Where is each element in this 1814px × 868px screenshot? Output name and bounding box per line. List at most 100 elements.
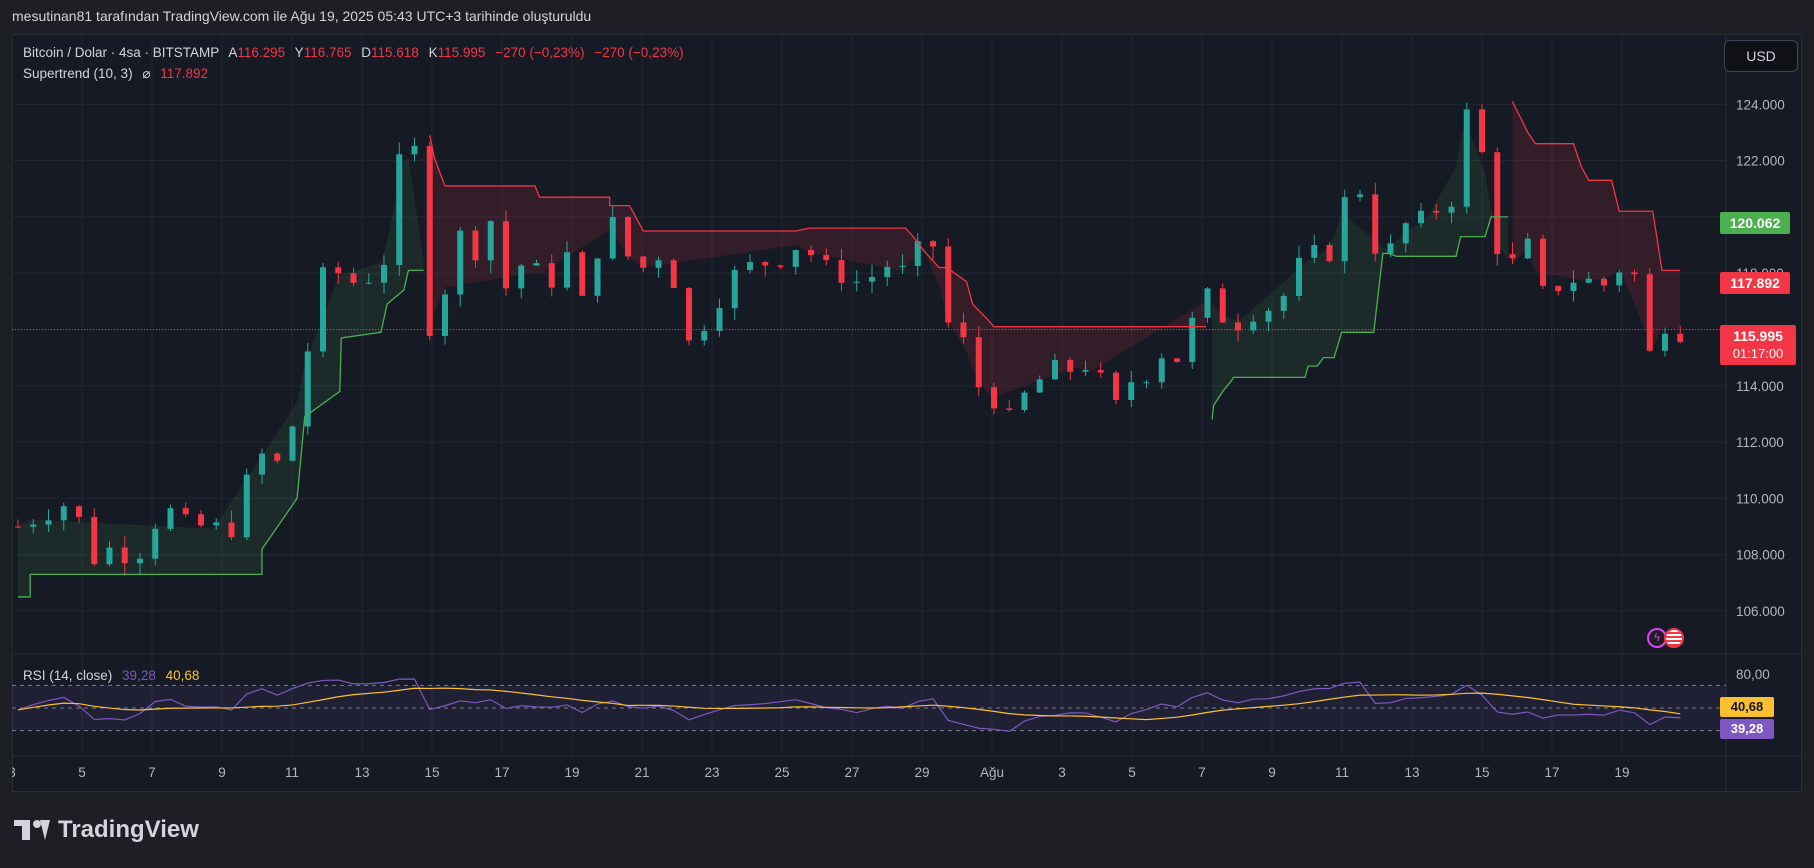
candle-body (106, 547, 113, 565)
time-axis: 3 5 7 9 11 13 15 17 19 21 23 25 27 29 Ağu 3 5 7 9 11 13 15 17 1… (12, 765, 1630, 780)
candle-body (1265, 310, 1272, 322)
supertrend-value: 117.892 (160, 66, 209, 81)
candle-body (1585, 278, 1592, 283)
y-tick-label: 112.000 (1736, 435, 1784, 450)
candle-body (320, 267, 326, 352)
candle-body (243, 474, 250, 538)
candle-body (1494, 152, 1501, 255)
brand-name: TradingView (58, 816, 199, 843)
rsi-legend[interactable]: RSI (14, close) 39,28 40,68 (23, 668, 199, 683)
rsi-ma-value: 40,68 (165, 668, 200, 683)
x-tick-label: 21 (634, 765, 649, 780)
candle-body (213, 522, 220, 526)
currency-button[interactable]: USD (1724, 40, 1798, 72)
candle-body (1387, 243, 1394, 254)
supertrend-price-value: 117.892 (1730, 275, 1780, 291)
low-value: 115.618 (371, 45, 419, 60)
us-flag-event-icon[interactable] (1664, 628, 1684, 648)
supertrend-legend[interactable]: Supertrend (10, 3) ⌀ 117.892 (23, 66, 208, 82)
x-tick-label: 29 (914, 765, 929, 780)
candle-body (1479, 109, 1485, 153)
x-tick-label: 19 (1614, 765, 1629, 780)
brand[interactable]: TradingView (14, 816, 199, 844)
candle-body (1296, 257, 1302, 296)
rsi-tag: 39,28 (1720, 719, 1774, 739)
candle-body (121, 547, 128, 564)
candle-body (1128, 382, 1135, 400)
candle-body (411, 145, 418, 155)
candle-body (518, 265, 525, 289)
candle-body (1433, 210, 1440, 213)
candle-body (381, 264, 387, 283)
countdown-value: 01:17:00 (1732, 346, 1784, 361)
x-tick-label: 5 (1128, 765, 1136, 780)
y-tick-label: 110.000 (1736, 491, 1784, 506)
candle-body (1509, 254, 1516, 259)
candle-body (731, 269, 738, 309)
candle-body (564, 252, 570, 288)
candle-body (335, 267, 342, 274)
x-tick-label: 13 (1404, 765, 1419, 780)
candle-body (1662, 333, 1668, 351)
candle-body (1540, 238, 1546, 286)
candle-body (1555, 285, 1562, 291)
candle-body (1219, 288, 1226, 323)
x-tick-label: 15 (424, 765, 439, 780)
candle-body (60, 506, 67, 521)
candle-body (1235, 322, 1241, 331)
candle-body (1357, 194, 1363, 198)
candle-body (930, 241, 936, 247)
rsi-ma-tag-value: 40,68 (1730, 699, 1764, 714)
candle-body (289, 426, 296, 461)
candle-body (853, 281, 860, 283)
green-price-value: 120.062 (1729, 215, 1781, 231)
candle-body (30, 524, 37, 527)
green-price-tag: 120.062 (1720, 212, 1790, 234)
chart-canvas[interactable]: 106.000108.000110.000112.000114.000116.0… (12, 34, 1802, 792)
candle-body (945, 246, 952, 323)
x-tick-label: 9 (218, 765, 226, 780)
x-tick-label: 3 (1058, 765, 1066, 780)
open-label: A (228, 45, 238, 60)
candle-body (259, 453, 265, 475)
candle-body (1418, 210, 1424, 224)
candle-body (1158, 358, 1165, 383)
supertrend-up-fill (18, 157, 424, 597)
x-tick-label: 17 (1544, 765, 1559, 780)
candle-body (1372, 194, 1379, 254)
candle-body (579, 252, 586, 296)
x-tick-label: Ağu (980, 765, 1004, 780)
candle-body (1052, 360, 1058, 380)
supertrend-fill (18, 101, 1681, 597)
candle-body (198, 514, 204, 526)
candle-body (975, 337, 982, 388)
x-tick-label: 11 (1335, 765, 1349, 780)
candle-body (1326, 245, 1333, 262)
candle-body (533, 263, 540, 266)
last-price-value: 115.995 (1733, 328, 1783, 344)
candle-body (457, 230, 464, 295)
y-tick-label: 106.000 (1736, 604, 1785, 619)
candle-body (625, 216, 631, 257)
candle-body (76, 506, 82, 517)
candle-body (1113, 372, 1119, 400)
open-value: 116.295 (237, 45, 286, 60)
candle-body (1143, 382, 1150, 384)
x-tick-label: 7 (148, 765, 156, 780)
x-tick-label: 15 (1474, 765, 1489, 780)
candle-body (1402, 223, 1409, 244)
candle-body (1067, 360, 1074, 372)
candle-body (1097, 370, 1104, 373)
rsi-label: RSI (14, close) (23, 668, 113, 683)
candle-body (1311, 245, 1318, 258)
supertrend-price-tag: 117.892 (1720, 272, 1790, 294)
candle-body (1189, 317, 1196, 362)
candle-body (594, 258, 601, 296)
candle-body (670, 260, 677, 289)
low-label: D (361, 45, 372, 60)
y-tick-label: 122.000 (1736, 154, 1785, 169)
candle-body (960, 322, 967, 338)
symbol-legend[interactable]: Bitcoin / Dolar · 4sa · BITSTAMP A116.29… (23, 45, 690, 60)
candle-body (686, 288, 692, 341)
supertrend-label: Supertrend (10, 3) (23, 66, 133, 81)
